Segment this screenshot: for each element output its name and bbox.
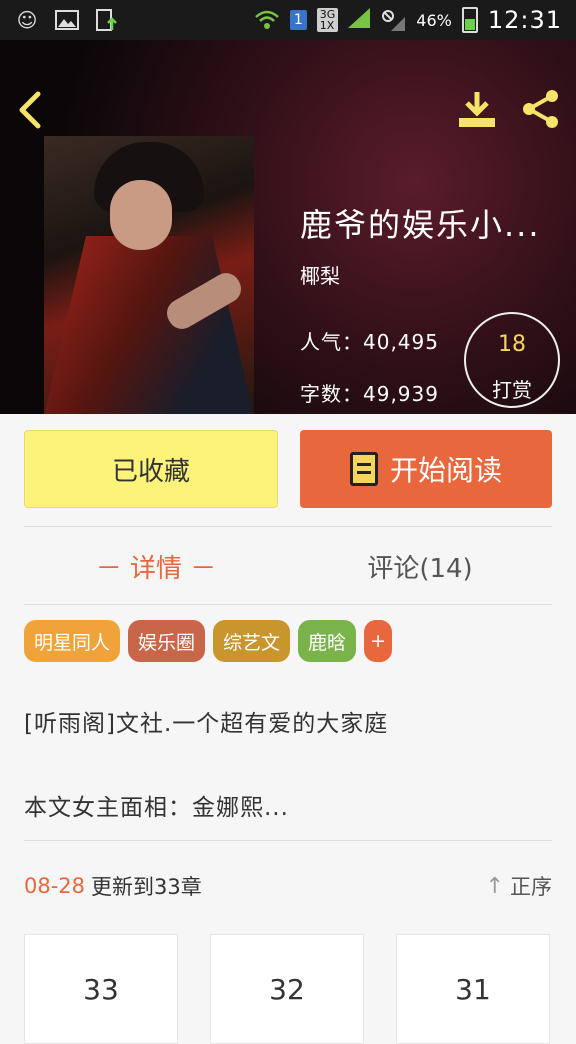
popularity-value: 40,495 — [363, 330, 439, 354]
tag[interactable]: 鹿晗 — [298, 620, 357, 662]
tab-detail[interactable]: － 详情 － — [24, 528, 288, 604]
file-upload-icon — [94, 8, 120, 32]
word-count-label: 字数： — [300, 382, 363, 406]
popularity-stat: 人气：40,495 — [300, 326, 439, 355]
action-buttons: 已收藏 开始阅读 — [24, 430, 552, 508]
sort-button[interactable]: ↑ 正序 — [486, 871, 552, 901]
back-arrow-icon — [19, 91, 41, 129]
status-left-icons: ☺ — [14, 8, 120, 32]
signal-icon — [348, 7, 371, 33]
word-count-stat: 字数：49,939 — [300, 378, 439, 407]
emoji-icon: ☺ — [16, 8, 38, 32]
tag-list: 明星同人 娱乐圈 综艺文 鹿晗 + — [24, 620, 393, 662]
network-type-bottom: 1X — [319, 19, 335, 32]
book-author[interactable]: 椰梨 — [300, 260, 340, 289]
favorite-label: 已收藏 — [111, 456, 190, 487]
sort-arrow-icon: ↑ — [485, 873, 504, 899]
status-bar: ☺ 1 3G 1X 46% 12:31 — [0, 0, 576, 40]
chapter-card[interactable]: 31 — [396, 934, 550, 1044]
popularity-label: 人气： — [300, 330, 363, 354]
book-cover[interactable] — [44, 136, 254, 414]
share-icon — [523, 90, 558, 128]
book-title: 鹿爷的娱乐小... — [300, 206, 541, 244]
tag[interactable]: 明星同人 — [24, 620, 121, 662]
word-count-value: 49,939 — [363, 382, 439, 406]
chapter-card[interactable]: 32 — [210, 934, 364, 1044]
sort-label: 正序 — [510, 875, 552, 899]
status-right: 1 3G 1X 46% 12:31 — [254, 6, 562, 34]
start-reading-label: 开始阅读 — [389, 454, 502, 487]
sim-badge: 1 — [289, 10, 307, 30]
favorite-button[interactable]: 已收藏 — [24, 430, 278, 508]
divider — [24, 526, 552, 527]
image-icon — [54, 8, 80, 32]
reward-button[interactable]: 18 打赏 — [464, 312, 560, 408]
tag[interactable]: 娱乐圈 — [128, 620, 206, 662]
book-icon — [349, 452, 378, 486]
wifi-icon — [254, 8, 280, 32]
tag[interactable]: 综艺文 — [213, 620, 291, 662]
download-icon — [459, 92, 495, 127]
divider — [24, 840, 552, 841]
book-header: 鹿爷的娱乐小... 椰梨 人气：40,495 字数：49,939 18 打赏 — [0, 40, 576, 414]
divider — [24, 604, 552, 605]
reward-count: 18 — [498, 332, 526, 357]
back-button[interactable] — [16, 90, 44, 130]
reward-label: 打赏 — [492, 378, 532, 402]
top-actions — [456, 88, 562, 130]
description-line-1: [听雨阁]文社.一个超有爱的大家庭 — [24, 711, 389, 737]
download-button[interactable] — [456, 88, 498, 130]
chapter-card[interactable]: 33 — [24, 934, 178, 1044]
update-date: 08-28 — [24, 874, 86, 898]
share-button[interactable] — [520, 88, 562, 130]
chapter-grid: 33 32 31 — [24, 934, 552, 1044]
network-badge: 3G 1X — [316, 8, 339, 32]
battery-percent: 46% — [416, 10, 452, 30]
clock: 12:31 — [487, 6, 562, 34]
battery-icon — [461, 7, 478, 33]
tab-comments[interactable]: 评论(14) — [288, 528, 552, 604]
start-reading-button[interactable]: 开始阅读 — [300, 430, 552, 508]
no-signal-icon — [380, 8, 406, 32]
description-line-2[interactable]: 本文女主面相：金娜熙... — [24, 788, 289, 822]
update-info: 08-28 更新到33章 ↑ 正序 — [24, 860, 552, 912]
update-text: 更新到33章 — [91, 875, 202, 899]
add-tag-button[interactable]: + — [364, 620, 393, 662]
detail-tabs: － 详情 － 评论(14) — [24, 528, 552, 604]
